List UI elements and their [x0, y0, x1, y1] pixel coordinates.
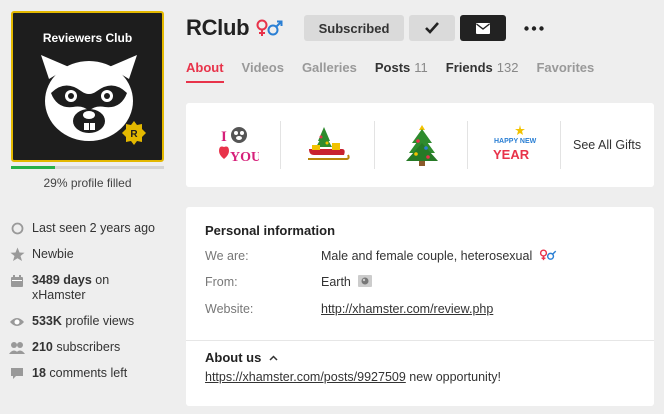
we-are-label: We are:: [205, 249, 249, 263]
calendar-icon: [9, 273, 25, 288]
stat-rank-text: Newbie: [32, 247, 74, 261]
profile-stats: Last seen 2 years ago Newbie 3489 days o…: [9, 221, 179, 392]
eye-icon: [9, 314, 25, 329]
stat-subscribers-text: 210 subscribers: [32, 340, 121, 354]
see-all-gifts-link[interactable]: See All Gifts: [573, 138, 641, 152]
tab-friends[interactable]: Friends 132: [446, 60, 519, 75]
subscribed-button[interactable]: Subscribed: [304, 15, 404, 41]
about-post-link[interactable]: https://xhamster.com/posts/9927509: [205, 370, 406, 384]
tab-posts[interactable]: Posts 11: [375, 60, 428, 75]
website-value: http://xhamster.com/review.php: [321, 302, 493, 316]
we-are-value: Male and female couple, heterosexual: [321, 249, 557, 263]
stat-days-text: 3489 days on xHamster: [32, 273, 110, 302]
stat-views-text: 533K profile views: [32, 314, 135, 328]
stat-comments-text: 18 comments left: [32, 366, 128, 380]
personal-info-panel: Personal information We are: Male and fe…: [186, 207, 654, 406]
svg-text:YOU: YOU: [230, 150, 259, 165]
gift-separator: [280, 121, 281, 169]
more-dots-icon: [524, 25, 544, 31]
tab-about[interactable]: About: [186, 60, 224, 83]
users-icon: [9, 340, 25, 355]
profile-avatar[interactable]: Reviewers Club R: [11, 11, 164, 162]
stat-subscribers: 210 subscribers: [9, 340, 179, 355]
section-divider: [186, 340, 654, 341]
stat-last-seen: Last seen 2 years ago: [9, 221, 179, 236]
profile-progress-text: 29% profile filled: [43, 176, 132, 190]
profile-tabs: About Videos Galleries Posts 11 Friends 13…: [186, 60, 612, 83]
couple-gender-icon: [256, 19, 283, 36]
svg-text:YEAR: YEAR: [493, 147, 530, 162]
comment-icon: [9, 366, 25, 381]
stat-views: 533K profile views: [9, 314, 179, 329]
tab-friends-count: 132: [496, 60, 519, 75]
badge-letter: R: [130, 129, 138, 140]
gift-separator: [560, 121, 561, 169]
message-button[interactable]: [460, 15, 506, 41]
tab-posts-count: 11: [414, 60, 428, 75]
gift-sleigh[interactable]: [304, 121, 352, 169]
svg-text:I: I: [221, 129, 227, 145]
gift-happy-new-year[interactable]: HAPPY NEW YEAR: [490, 121, 538, 169]
friend-check-button[interactable]: [409, 15, 455, 41]
from-value: Earth: [321, 275, 373, 289]
star-icon: [9, 247, 25, 262]
about-us-toggle[interactable]: About us: [205, 350, 278, 365]
tab-videos[interactable]: Videos: [242, 60, 284, 75]
chevron-up-icon: [269, 355, 278, 361]
circle-icon: [9, 221, 25, 236]
gift-i-love-you[interactable]: I YOU: [211, 121, 259, 169]
gift-separator: [374, 121, 375, 169]
website-label: Website:: [205, 302, 254, 316]
tab-favorites[interactable]: Favorites: [536, 60, 594, 75]
about-us-heading: About us: [205, 350, 262, 365]
stat-rank: Newbie: [9, 247, 179, 262]
stat-last-seen-text: Last seen 2 years ago: [32, 221, 155, 235]
rank-badge-icon: R: [122, 121, 146, 145]
gifts-panel: I YOU HAPPY NEW YEAR See All Gifts: [186, 103, 654, 187]
envelope-icon: [476, 22, 490, 34]
earth-flag-icon: [358, 275, 373, 287]
svg-text:HAPPY NEW: HAPPY NEW: [494, 138, 537, 145]
checkmark-icon: [425, 22, 439, 34]
stat-comments: 18 comments left: [9, 366, 179, 381]
from-label: From:: [205, 275, 238, 289]
profile-progress-bar: [11, 166, 164, 169]
website-link[interactable]: http://xhamster.com/review.php: [321, 302, 493, 316]
profile-name: RClub: [186, 15, 250, 40]
about-us-text: https://xhamster.com/posts/9927509 new o…: [205, 370, 502, 384]
gift-christmas-tree[interactable]: [398, 121, 446, 169]
gift-separator: [467, 121, 468, 169]
profile-progress-fill: [11, 166, 56, 169]
personal-info-heading: Personal information: [205, 223, 336, 238]
more-options-button[interactable]: [522, 15, 546, 41]
tab-galleries[interactable]: Galleries: [302, 60, 357, 75]
couple-gender-icon: [539, 249, 556, 261]
avatar-title: Reviewers Club: [42, 31, 133, 45]
stat-days: 3489 days on xHamster: [9, 273, 179, 303]
